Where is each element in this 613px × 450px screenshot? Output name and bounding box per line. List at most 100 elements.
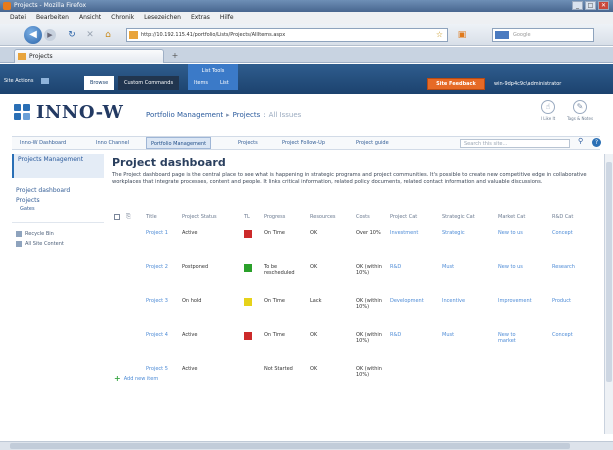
tab-list[interactable]: List xyxy=(214,76,235,90)
row-strategic-cat[interactable]: Must xyxy=(442,264,454,270)
leftnav-gates[interactable]: Gates xyxy=(12,204,104,212)
col-resources[interactable]: Resources xyxy=(310,214,336,220)
row-progress: To be rescheduled xyxy=(264,264,295,276)
reload-icon[interactable]: ↻ xyxy=(66,29,78,41)
col-rd-cat[interactable]: R&D Cat xyxy=(552,214,573,220)
browser-tab[interactable]: Projects xyxy=(14,49,164,63)
row-rd-cat[interactable]: Concept xyxy=(552,230,573,236)
tab-custom-commands[interactable]: Custom Commands xyxy=(118,76,180,90)
close-button[interactable]: ✕ xyxy=(598,1,609,10)
menu-help[interactable]: Hilfe xyxy=(220,12,234,24)
all-site-content-link[interactable]: All Site Content xyxy=(12,239,104,249)
topnav-portfolio[interactable]: Portfolio Management xyxy=(146,137,212,149)
add-new-item-link[interactable]: + Add new item xyxy=(114,374,158,383)
col-tl[interactable]: TL xyxy=(244,214,250,220)
col-progress[interactable]: Progress xyxy=(264,214,285,220)
topnav-guide[interactable]: Project guide xyxy=(352,137,393,149)
search-placeholder: Google xyxy=(513,32,531,38)
url-bar[interactable]: http://10.192.115.41/portfolio/Lists/Pro… xyxy=(126,28,448,42)
row-project-cat[interactable]: R&D xyxy=(390,332,401,338)
col-costs[interactable]: Costs xyxy=(356,214,370,220)
menu-history[interactable]: Chronik xyxy=(111,12,134,24)
topnav-inno-channel[interactable]: Inno Channel xyxy=(92,137,133,149)
search-engine-icon[interactable] xyxy=(495,31,509,39)
breadcrumb-view[interactable]: All Issues xyxy=(269,111,302,119)
row-progress: On Time xyxy=(264,230,285,236)
forward-icon[interactable]: ▶ xyxy=(44,29,56,41)
menu-view[interactable]: Ansicht xyxy=(79,12,101,24)
bookmark-star-icon[interactable]: ☆ xyxy=(436,29,443,41)
rss-icon[interactable]: ▣ xyxy=(456,29,468,41)
row-project-cat[interactable]: Investment xyxy=(390,230,418,236)
topnav-projects[interactable]: Projects xyxy=(234,137,262,149)
search-bar[interactable]: Google xyxy=(492,28,594,42)
row-title[interactable]: Project 4 xyxy=(146,332,176,338)
minimize-button[interactable]: _ xyxy=(572,1,583,10)
row-project-cat[interactable]: R&D xyxy=(390,264,401,270)
row-title[interactable]: Project 5 xyxy=(146,366,176,372)
menu-bookmarks[interactable]: Lesezeichen xyxy=(144,12,181,24)
leftnav-project-dashboard[interactable]: Project dashboard xyxy=(12,184,104,194)
home-icon[interactable]: ⌂ xyxy=(102,29,114,41)
row-status: Active xyxy=(182,230,198,236)
help-icon[interactable]: ? xyxy=(592,138,601,147)
row-strategic-cat[interactable]: Strategic xyxy=(442,230,465,236)
vertical-scrollbar[interactable] xyxy=(604,154,613,434)
row-strategic-cat[interactable]: Incentive xyxy=(442,298,465,304)
menu-edit[interactable]: Bearbeiten xyxy=(36,12,69,24)
new-tab-icon[interactable]: + xyxy=(170,51,180,61)
search-icon[interactable]: ⚲ xyxy=(578,137,583,145)
horizontal-scroll-thumb[interactable] xyxy=(10,443,570,449)
back-icon[interactable]: ◀ xyxy=(24,26,42,44)
table-row[interactable]: Project 5 Active Not Started OK OK (with… xyxy=(112,362,600,396)
row-title[interactable]: Project 1 xyxy=(146,230,176,236)
navigate-up-icon[interactable] xyxy=(41,77,50,84)
like-it-button[interactable]: ☝ I Like It xyxy=(534,100,562,121)
tab-items[interactable]: Items xyxy=(188,76,214,90)
leftnav-projects[interactable]: Projects xyxy=(12,194,104,204)
topnav-follow-up[interactable]: Project Follow-Up xyxy=(278,137,329,149)
row-rd-cat[interactable]: Research xyxy=(552,264,575,270)
col-title[interactable]: Title xyxy=(146,214,157,220)
stop-icon[interactable]: ✕ xyxy=(84,29,96,41)
recycle-bin-link[interactable]: Recycle Bin xyxy=(12,229,104,239)
row-market-cat[interactable]: Improvement xyxy=(498,298,548,304)
site-content-icon xyxy=(16,241,22,247)
row-rd-cat[interactable]: Product xyxy=(552,298,571,304)
row-market-cat[interactable]: New to us xyxy=(498,264,540,270)
maximize-button[interactable]: □ xyxy=(585,1,596,10)
col-project-cat[interactable]: Project Cat xyxy=(390,214,417,220)
table-row[interactable]: Project 1 Active On Time OK Over 10% Inv… xyxy=(112,226,600,260)
col-status[interactable]: Project Status xyxy=(182,214,217,220)
tags-notes-button[interactable]: ✎ Tags & Notes xyxy=(566,100,594,121)
row-costs: Over 10% xyxy=(356,230,381,236)
horizontal-scrollbar[interactable] xyxy=(0,441,613,450)
breadcrumb-portfolio[interactable]: Portfolio Management xyxy=(146,111,223,119)
row-title[interactable]: Project 2 xyxy=(146,264,176,270)
row-rd-cat[interactable]: Concept xyxy=(552,332,573,338)
site-actions-menu[interactable]: Site Actions xyxy=(4,76,50,86)
breadcrumb-projects[interactable]: Projects xyxy=(233,111,261,119)
user-menu[interactable]: win-9dp4c9c\administrator xyxy=(494,78,561,90)
row-project-cat[interactable]: Development xyxy=(390,298,424,304)
leftnav-selected[interactable]: Projects Management xyxy=(12,154,104,178)
vertical-scroll-thumb[interactable] xyxy=(606,162,612,382)
site-logo[interactable]: INNO-W xyxy=(36,102,123,123)
row-market-cat[interactable]: New to us xyxy=(498,230,540,236)
menu-file[interactable]: Datei xyxy=(10,12,26,24)
row-title[interactable]: Project 3 xyxy=(146,298,176,304)
tab-browse[interactable]: Browse xyxy=(84,76,115,90)
table-row[interactable]: Project 2 Postponed To be rescheduled OK… xyxy=(112,260,600,294)
row-strategic-cat[interactable]: Must xyxy=(442,332,454,338)
site-feedback-button[interactable]: Site Feedback xyxy=(427,78,485,90)
table-row[interactable]: Project 3 On hold On Time Lack OK (withi… xyxy=(112,294,600,328)
select-all-checkbox[interactable] xyxy=(114,214,120,220)
site-search-input[interactable]: Search this site... xyxy=(460,139,570,148)
menu-tools[interactable]: Extras xyxy=(191,12,210,24)
table-row[interactable]: Project 4 Active On Time OK OK (within 1… xyxy=(112,328,600,362)
col-market-cat[interactable]: Market Cat xyxy=(498,214,525,220)
topnav-dashboard[interactable]: Inno-W Dashboard xyxy=(16,137,70,149)
attachment-icon: ⎘ xyxy=(126,213,131,220)
col-strategic-cat[interactable]: Strategic Cat xyxy=(442,214,475,220)
row-market-cat[interactable]: New to market xyxy=(498,332,532,344)
